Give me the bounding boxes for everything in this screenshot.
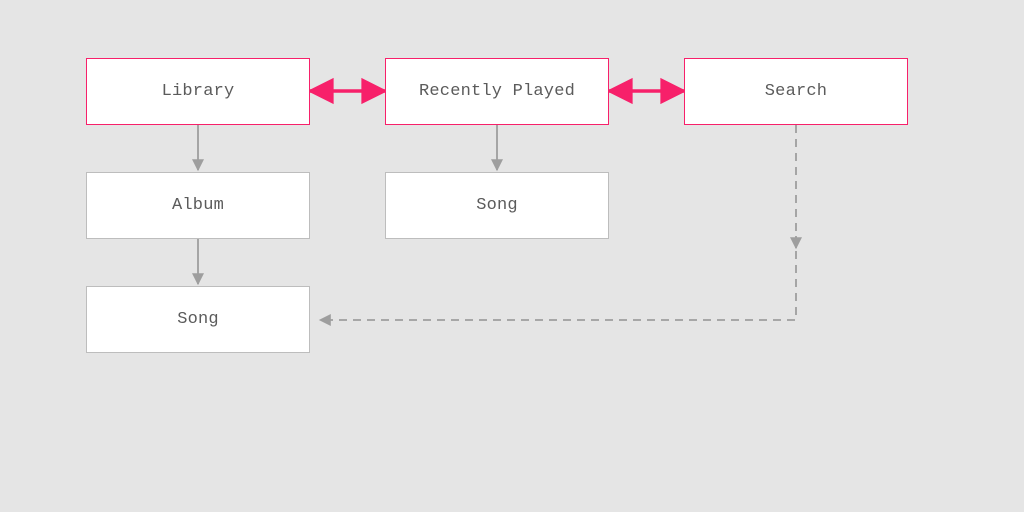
- node-search: Search: [684, 58, 908, 125]
- node-library: Library: [86, 58, 310, 125]
- diagram-canvas: Library Recently Played Search Album Son…: [0, 0, 1024, 512]
- node-song-recently: Song: [385, 172, 609, 239]
- node-label: Search: [765, 82, 827, 101]
- node-label: Recently Played: [419, 82, 575, 101]
- node-label: Song: [177, 310, 219, 329]
- node-album: Album: [86, 172, 310, 239]
- node-recently-played: Recently Played: [385, 58, 609, 125]
- node-label: Song: [476, 196, 518, 215]
- node-label: Album: [172, 196, 224, 215]
- node-song-library: Song: [86, 286, 310, 353]
- node-label: Library: [162, 82, 235, 101]
